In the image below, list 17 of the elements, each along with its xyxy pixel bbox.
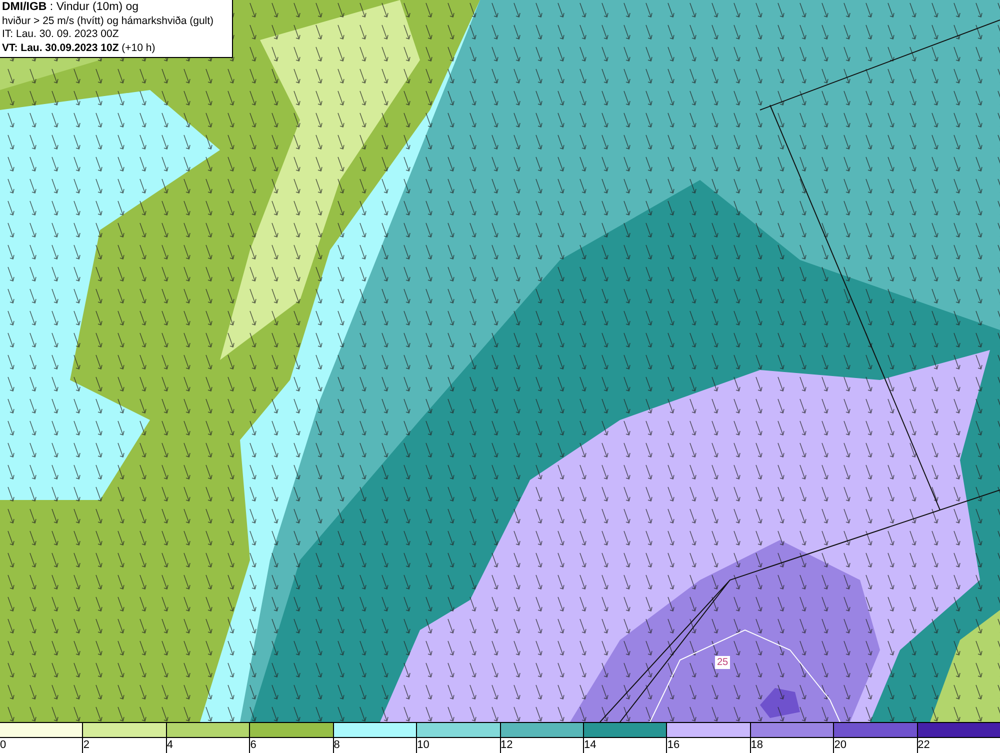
legend-label: 2: [83, 738, 90, 753]
title-line: hviður > 25 m/s (hvítt) og hámarkshviða (gult): [2, 14, 215, 28]
legend-label: 22: [918, 738, 930, 753]
legend-label: 4: [166, 738, 173, 753]
legend-label: 12: [500, 738, 513, 753]
legend-label: 20: [834, 738, 846, 753]
legend-label: 14: [584, 738, 596, 753]
title-line: DMI/IGB : Vindur (10m) og: [2, 1, 140, 14]
legend-label: 8: [334, 738, 340, 753]
legend-label: 18: [750, 738, 764, 753]
legend-label: 6: [250, 738, 256, 753]
title-line: IT: Lau. 30. 09. 2023 00Z: [2, 28, 120, 42]
legend-label: 10: [417, 738, 430, 753]
legend-label: 16: [667, 738, 680, 753]
contour-label: 25: [715, 656, 730, 669]
legend-label: 0: [0, 738, 6, 753]
title-line: VT: Lau. 30.09.2023 10Z (+10 h): [2, 42, 156, 55]
